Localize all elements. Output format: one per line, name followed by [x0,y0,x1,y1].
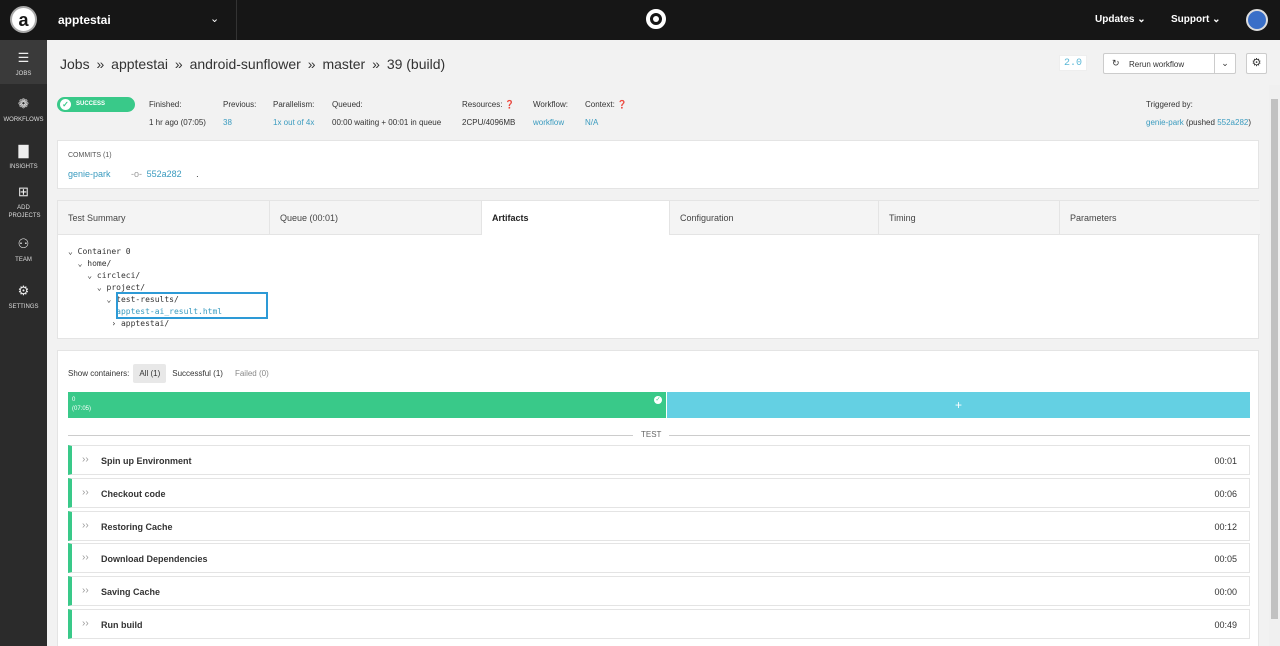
rerun-dropdown-chevron-icon[interactable]: ⌄ [1214,54,1235,73]
meta-context: Context: ❓ N/A [585,100,627,127]
tree-node-apptestai[interactable]: › apptestai/ [68,318,222,330]
tab-timing[interactable]: Timing [879,201,1060,235]
scrollbar-thumb[interactable] [1271,99,1278,619]
updates-menu[interactable]: Updates ⌄ [1095,14,1146,25]
tab-queue[interactable]: Queue (00:01) [270,201,482,235]
support-menu[interactable]: Support ⌄ [1171,14,1221,25]
sidebar: ☰ JOBS ❁ WORKFLOWS ▇ INSIGHTS ⊞ ADD PROJ… [0,40,47,646]
breadcrumb: Jobs » apptestai » android-sunflower » m… [60,56,448,72]
meta-finished: Finished: 1 hr ago (07:05) [149,100,206,127]
trigger-commit-link[interactable]: 552a282 [1217,118,1248,127]
sidebar-item-jobs[interactable]: ☰ JOBS [0,40,47,84]
tree-node-home[interactable]: ⌄ home/ [68,258,222,270]
step-row[interactable]: ›› Restoring Cache 00:12 [68,511,1250,541]
org-logo: a [10,6,37,33]
chevron-right-icon: ›› [82,454,89,465]
workflows-icon: ❁ [18,96,29,111]
tab-test-summary[interactable]: Test Summary [58,201,270,235]
meta-triggered-by: Triggered by: genie-park (pushed 552a282… [1146,100,1252,127]
sidebar-item-team[interactable]: ⚇ TEAM [0,236,47,264]
section-label: TEST [633,430,670,439]
job-tabs-panel: Test Summary Queue (00:01) Artifacts Con… [57,200,1260,339]
highlight-box [116,292,268,319]
tab-parameters[interactable]: Parameters [1060,201,1260,235]
org-switcher[interactable]: a apptestai ⌄ [0,0,237,40]
meta-parallelism: Parallelism: 1x out of 4x [273,100,315,127]
user-avatar[interactable] [1246,9,1268,31]
breadcrumb-separator: » [174,56,183,72]
chevron-down-icon[interactable]: ⌄ [210,12,219,25]
sidebar-item-settings[interactable]: ⚙ SETTINGS [0,283,47,311]
trigger-user-link[interactable]: genie-park [1146,118,1184,127]
add-projects-icon: ⊞ [18,184,29,199]
meta-previous: Previous: 38 [223,100,257,127]
chevron-right-icon: ›› [82,520,89,531]
breadcrumb-org[interactable]: apptestai [111,56,168,72]
job-settings-gear-icon[interactable]: ⚙ [1246,53,1267,74]
check-icon: ✓ [654,396,662,404]
commits-panel: COMMITS (1) genie-park -o- 552a282 . [57,140,1259,189]
commit-icon: -o- [131,169,143,179]
check-icon: ✓ [60,99,71,110]
chevron-right-icon: ›› [82,585,89,596]
meta-workflow: Workflow: workflow [533,100,568,127]
commit-message: . [196,169,199,179]
tab-configuration[interactable]: Configuration [670,201,879,235]
add-container-button[interactable]: + [667,392,1250,418]
circleci-logo-icon[interactable] [646,9,666,29]
step-row[interactable]: ›› Download Dependencies 00:05 [68,543,1250,573]
breadcrumb-branch[interactable]: master [322,56,365,72]
breadcrumb-job: 39 (build) [386,56,446,72]
breadcrumb-separator: » [96,56,105,72]
workflow-link[interactable]: workflow [533,118,568,127]
step-row[interactable]: ›› Run build 00:49 [68,609,1250,639]
team-icon: ⚇ [17,236,30,251]
status-badge: ✓ SUCCESS [57,97,135,112]
step-row[interactable]: ›› Checkout code 00:06 [68,478,1250,508]
refresh-icon: ↻ [1112,58,1120,68]
page-scrollbar[interactable] [1269,85,1280,646]
tree-node-container[interactable]: ⌄ Container 0 [68,246,222,258]
chevron-right-icon: ›› [82,487,89,498]
previous-job-link[interactable]: 38 [223,118,256,127]
chevron-right-icon: ›› [82,618,89,629]
meta-queued: Queued: 00:00 waiting + 00:01 in queue [332,100,442,127]
container-filter: Show containers: All (1) Successful (1) … [68,364,275,383]
chevron-right-icon: ›› [82,552,89,563]
version-badge: 2.0 [1059,55,1087,71]
breadcrumb-separator: » [307,56,316,72]
rerun-workflow-button[interactable]: ↻ Rerun workflow ⌄ [1103,53,1236,74]
commit-hash-link[interactable]: 552a282 [147,169,182,179]
step-row[interactable]: ›› Spin up Environment 00:01 [68,445,1250,475]
commit-author-link[interactable]: genie-park [68,169,111,179]
settings-icon: ⚙ [17,283,30,298]
breadcrumb-project[interactable]: android-sunflower [190,56,301,72]
tree-node-circleci[interactable]: ⌄ circleci/ [68,270,222,282]
org-name[interactable]: apptestai [58,13,111,27]
filter-failed[interactable]: Failed (0) [229,364,275,383]
meta-resources: Resources: ❓ 2CPU/4096MB [462,100,516,127]
main-content: Jobs » apptestai » android-sunflower » m… [47,40,1280,646]
filter-successful[interactable]: Successful (1) [166,364,229,383]
job-tabs: Test Summary Queue (00:01) Artifacts Con… [58,201,1260,235]
container-0-bar[interactable]: 0 (07:05) ✓ [68,392,666,418]
context-link[interactable]: N/A [585,118,627,127]
commits-heading: COMMITS (1) [68,152,112,159]
steps-panel: Show containers: All (1) Successful (1) … [57,350,1259,646]
top-bar: a apptestai ⌄ Updates ⌄ Support ⌄ [0,0,1280,40]
breadcrumb-jobs[interactable]: Jobs [60,56,90,72]
parallelism-link[interactable]: 1x out of 4x [273,118,314,127]
breadcrumb-separator: » [372,56,380,72]
filter-all[interactable]: All (1) [133,364,167,383]
sidebar-item-insights[interactable]: ▇ INSIGHTS [0,143,47,171]
commit-row: genie-park -o- 552a282 . [68,169,199,179]
tab-artifacts[interactable]: Artifacts [482,201,670,235]
sidebar-item-workflows[interactable]: ❁ WORKFLOWS [0,96,47,124]
sidebar-item-add-projects[interactable]: ⊞ ADD PROJECTS [0,184,47,220]
step-row[interactable]: ›› Saving Cache 00:00 [68,576,1250,606]
insights-icon: ▇ [18,143,29,158]
jobs-icon: ☰ [17,50,30,65]
